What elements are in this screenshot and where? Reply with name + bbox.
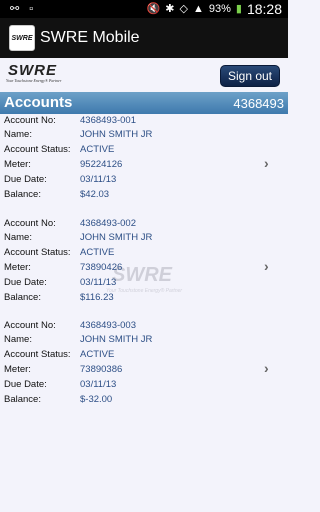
app-icon: SWRE — [9, 25, 35, 51]
balance-label: Balance: — [4, 189, 41, 200]
name-value: JOHN SMITH JR — [80, 232, 153, 243]
name-label: Name: — [4, 232, 32, 243]
meter-value: 73890426 — [80, 262, 123, 273]
status-label: Account Status: — [4, 349, 71, 360]
clock: 18:28 — [246, 1, 282, 17]
usb-icon: ⚯ — [10, 3, 20, 15]
account-no-label: Account No: — [4, 115, 56, 126]
meter-value: 95224126 — [80, 159, 123, 170]
meter-value: 73890386 — [80, 364, 123, 375]
sign-out-button[interactable]: Sign out — [220, 65, 280, 87]
due-date-label: Due Date: — [4, 174, 47, 185]
wifi-icon: ◇ — [179, 3, 188, 15]
due-date-value: 03/11/13 — [80, 174, 117, 185]
account-no-value: 4368493-002 — [80, 218, 136, 229]
account-no-value: 4368493-001 — [80, 115, 136, 126]
account-item[interactable]: Account No: 4368493-001 Name: JOHN SMITH J… — [0, 114, 288, 210]
meter-label: Meter: — [4, 159, 31, 170]
due-date-label: Due Date: — [4, 277, 47, 288]
app-title: SWRE Mobile — [40, 29, 140, 46]
status-label: Account Status: — [4, 144, 71, 155]
account-no-value: 4368493-003 — [80, 320, 136, 331]
logo-mark: SWRE — [8, 62, 57, 79]
accounts-title: Accounts — [4, 94, 73, 111]
name-label: Name: — [4, 129, 32, 140]
swre-logo: SWRE Your Touchstone Energy® Partner — [6, 62, 78, 88]
accounts-list: SWRE Your Touchstone Energy® Partner Acc… — [0, 114, 288, 512]
balance-label: Balance: — [4, 394, 41, 405]
balance-label: Balance: — [4, 292, 41, 303]
due-date-value: 03/11/13 — [80, 379, 117, 390]
status-value: ACTIVE — [80, 349, 115, 360]
file-icon: ▫ — [29, 3, 34, 15]
status-value: ACTIVE — [80, 247, 115, 258]
accounts-number: 4368493 — [233, 96, 284, 111]
balance-value: $116.23 — [80, 292, 114, 303]
battery-icon: ▮ — [235, 3, 242, 15]
account-no-label: Account No: — [4, 320, 56, 331]
status-value: ACTIVE — [80, 144, 115, 155]
accounts-section-header: Accounts 4368493 — [0, 92, 288, 114]
meter-label: Meter: — [4, 262, 31, 273]
balance-value: $-32.00 — [80, 394, 113, 405]
signal-icon: ▲ — [192, 3, 204, 15]
name-value: JOHN SMITH JR — [80, 334, 153, 345]
chevron-right-icon[interactable]: › — [264, 259, 274, 273]
chevron-right-icon[interactable]: › — [264, 156, 274, 170]
name-label: Name: — [4, 334, 32, 345]
due-date-label: Due Date: — [4, 379, 47, 390]
battery-percent: 93% — [208, 3, 231, 15]
status-label: Account Status: — [4, 247, 71, 258]
app-icon-text: SWRE — [11, 34, 33, 42]
status-bar: ⚯ ▫ 🔇 ✱ ◇ ▲ 93% ▮ 18:28 — [0, 0, 288, 18]
account-item[interactable]: Account No: 4368493-002 Name: JOHN SMITH J… — [0, 217, 288, 313]
account-no-label: Account No: — [4, 218, 56, 229]
due-date-value: 03/11/13 — [80, 277, 117, 288]
account-item[interactable]: Account No: 4368493-003 Name: JOHN SMITH J… — [0, 319, 288, 415]
chevron-right-icon[interactable]: › — [264, 361, 274, 375]
app-title-bar: SWRE SWRE Mobile — [0, 18, 288, 58]
mute-icon: 🔇 — [146, 3, 161, 15]
header: SWRE Your Touchstone Energy® Partner Sig… — [0, 58, 288, 92]
logo-tagline: Your Touchstone Energy® Partner — [6, 78, 62, 83]
name-value: JOHN SMITH JR — [80, 129, 153, 140]
bluetooth-icon: ✱ — [165, 3, 175, 15]
balance-value: $42.03 — [80, 189, 110, 200]
meter-label: Meter: — [4, 364, 31, 375]
